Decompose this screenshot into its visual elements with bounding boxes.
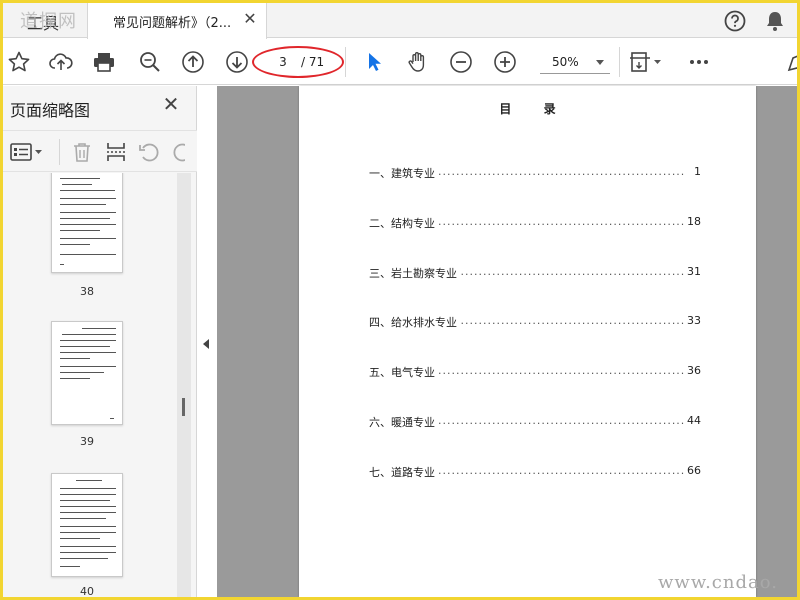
print-icon[interactable] (92, 50, 116, 74)
select-cursor-icon[interactable] (363, 50, 387, 74)
comment-icon[interactable] (785, 50, 797, 74)
page-total-label: / 71 (301, 55, 325, 69)
toc-entry-page: 18 (684, 215, 701, 228)
toc-entry[interactable]: ........................................… (369, 364, 701, 380)
toc-leader: ........................................… (429, 215, 685, 228)
thumbnail-page-number: 40 (80, 585, 94, 597)
close-icon[interactable]: ✕ (162, 94, 180, 114)
toc-entry-page: 31 (684, 265, 701, 278)
tab-document[interactable]: 常见问题解析》（2... ✕ (87, 3, 267, 39)
chevron-down-icon (596, 60, 604, 65)
toc-title: 目 录 (499, 102, 570, 116)
page-fit-icon[interactable] (629, 50, 665, 74)
document-viewer[interactable]: 目 录 ....................................… (217, 86, 797, 597)
page-thumbnail[interactable] (51, 321, 123, 425)
toc-entry-label: 七、道路专业 (369, 464, 437, 480)
toc-entry-page: 44 (684, 414, 701, 427)
bell-icon[interactable] (765, 10, 785, 32)
toc-entry[interactable]: ........................................… (369, 265, 701, 281)
rotate-ccw-icon[interactable] (137, 140, 161, 164)
toc-leader: ........................................… (429, 464, 685, 477)
page-thumbnail[interactable] (51, 173, 123, 273)
collapse-arrow-icon[interactable] (203, 339, 209, 349)
toc-entry-page: 36 (684, 364, 701, 377)
more-icon[interactable] (687, 50, 711, 74)
page-thumbnail[interactable] (51, 473, 123, 577)
thumbnail-options-icon[interactable] (9, 140, 45, 164)
watermark: www.cndao. (658, 572, 778, 593)
page-down-icon[interactable] (225, 50, 249, 74)
toc-entry[interactable]: ........................................… (369, 215, 701, 231)
main-toolbar: 3 / 71 50% (3, 39, 797, 85)
toc-leader: ........................................… (429, 314, 685, 327)
toolbar-divider (59, 139, 60, 165)
toc-entry[interactable]: ........................................… (369, 414, 701, 430)
insert-page-icon[interactable] (104, 140, 128, 164)
toc-entry[interactable]: ........................................… (369, 464, 701, 480)
document-page: 目 录 ....................................… (299, 86, 756, 597)
toolbar-divider (619, 47, 620, 77)
toc-entry-label: 三、岩土勘察专业 (369, 265, 459, 281)
panel-title: 页面缩略图 (10, 101, 91, 120)
zoom-out-icon[interactable] (449, 50, 473, 74)
thumbnail-list[interactable]: 38 39 40 (3, 173, 177, 597)
toc-entry-label: 五、电气专业 (369, 364, 437, 380)
toc-leader: ........................................… (429, 265, 685, 278)
toolbar-divider (345, 47, 346, 77)
page-number-input[interactable]: 3 (268, 52, 298, 72)
toc-entry-label: 四、给水排水专业 (369, 314, 459, 330)
star-icon[interactable] (7, 50, 31, 74)
rotate-cw-icon[interactable] (171, 140, 185, 164)
toc-entry-page: 1 (691, 165, 701, 178)
toc-entry[interactable]: ........................................… (369, 314, 701, 330)
app-window: 工具 道探网 常见问题解析》（2... ✕ 3 / 71 50% 页面缩略图 ✕… (3, 3, 797, 597)
upload-icon[interactable] (49, 50, 73, 74)
watermark-overlay-top: 道探网 (20, 11, 77, 32)
toc-entry-page: 33 (684, 314, 701, 327)
tab-bar: 工具 道探网 常见问题解析》（2... ✕ (3, 3, 797, 39)
panel-collapse-strip[interactable] (198, 86, 217, 597)
tab-document-label: 常见问题解析》（2... (113, 16, 232, 31)
page-up-icon[interactable] (181, 50, 205, 74)
zoom-search-icon[interactable] (138, 50, 162, 74)
toc-entry-page: 66 (684, 464, 701, 477)
toc-entry-label: 一、建筑专业 (369, 165, 437, 181)
thumbnail-page-number: 39 (80, 435, 94, 448)
toc-entry-label: 二、结构专业 (369, 215, 437, 231)
toc-entry[interactable]: ........................................… (369, 165, 701, 181)
toc-leader: ........................................… (429, 165, 685, 178)
toc-entry-label: 六、暖通专业 (369, 414, 437, 430)
scrollbar-thumb[interactable] (182, 398, 185, 416)
thumbnail-page-number: 38 (80, 285, 94, 298)
thumbnail-toolbar (3, 130, 197, 172)
toc-leader: ........................................… (429, 364, 685, 377)
thumbnail-scrollbar[interactable] (177, 173, 191, 597)
thumbnails-panel: 页面缩略图 ✕ 38 39 40 (3, 86, 197, 597)
toc-leader: ........................................… (429, 414, 685, 427)
close-icon[interactable]: ✕ (242, 11, 258, 27)
zoom-level-select[interactable]: 50% (540, 50, 610, 74)
help-icon[interactable] (724, 10, 746, 32)
trash-icon[interactable] (70, 140, 94, 164)
zoom-in-icon[interactable] (493, 50, 517, 74)
hand-icon[interactable] (406, 50, 430, 74)
zoom-level-value: 50% (552, 55, 579, 69)
